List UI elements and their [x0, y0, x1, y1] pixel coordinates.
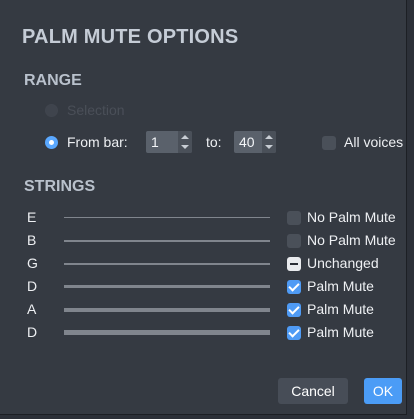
string-state-label: No Palm Mute — [307, 232, 396, 248]
string-row: E No Palm Mute — [0, 209, 406, 227]
from-bar-radio[interactable] — [45, 136, 58, 149]
to-bar-stepper[interactable]: 40 — [234, 131, 276, 153]
string-palm-mute-checkbox[interactable] — [287, 211, 301, 225]
to-bar-value: 40 — [239, 134, 255, 150]
from-bar-label: From bar: — [67, 134, 128, 150]
string-palm-mute-checkbox[interactable] — [287, 234, 301, 248]
string-state-label: Palm Mute — [307, 278, 374, 294]
string-line — [64, 263, 270, 265]
string-line — [64, 330, 270, 335]
palm-mute-dialog: PALM MUTE OPTIONS RANGE Selection From b… — [0, 0, 407, 415]
chevron-down-icon[interactable] — [181, 145, 189, 149]
to-label: to: — [206, 134, 222, 150]
string-state-label: Palm Mute — [307, 324, 374, 340]
ok-button[interactable]: OK — [364, 378, 402, 404]
string-name: D — [27, 324, 38, 340]
string-line — [64, 240, 270, 242]
chevron-up-icon[interactable] — [181, 135, 189, 139]
string-name: E — [27, 209, 37, 225]
selection-radio — [45, 104, 58, 117]
from-bar-stepper[interactable]: 1 — [146, 131, 192, 153]
selection-label: Selection — [67, 102, 125, 118]
string-row: B No Palm Mute — [0, 232, 406, 250]
all-voices-checkbox[interactable] — [322, 136, 336, 150]
string-line — [64, 308, 270, 312]
to-bar-stepper-arrows[interactable] — [262, 131, 276, 153]
string-state-label: No Palm Mute — [307, 209, 396, 225]
string-line — [64, 217, 270, 218]
dialog-title: PALM MUTE OPTIONS — [22, 26, 239, 48]
all-voices-label: All voices — [344, 134, 404, 150]
string-name: A — [27, 301, 37, 317]
string-name: B — [27, 232, 37, 248]
string-palm-mute-checkbox[interactable] — [287, 280, 301, 294]
string-palm-mute-checkbox[interactable] — [287, 303, 301, 317]
chevron-up-icon[interactable] — [265, 135, 273, 139]
from-bar-value: 1 — [151, 134, 159, 150]
string-row: G Unchanged — [0, 255, 406, 273]
string-line — [64, 285, 270, 288]
from-bar-stepper-arrows[interactable] — [178, 131, 192, 153]
strings-heading: STRINGS — [24, 178, 96, 195]
string-palm-mute-checkbox[interactable] — [287, 257, 301, 271]
string-state-label: Unchanged — [307, 255, 379, 271]
range-heading: RANGE — [24, 72, 82, 89]
string-state-label: Palm Mute — [307, 301, 374, 317]
string-palm-mute-checkbox[interactable] — [287, 326, 301, 340]
string-row: D Palm Mute — [0, 324, 406, 342]
string-name: G — [27, 255, 38, 271]
string-row: A Palm Mute — [0, 301, 406, 319]
string-row: D Palm Mute — [0, 278, 406, 296]
chevron-down-icon[interactable] — [265, 145, 273, 149]
cancel-button[interactable]: Cancel — [278, 378, 348, 404]
string-name: D — [27, 278, 38, 294]
